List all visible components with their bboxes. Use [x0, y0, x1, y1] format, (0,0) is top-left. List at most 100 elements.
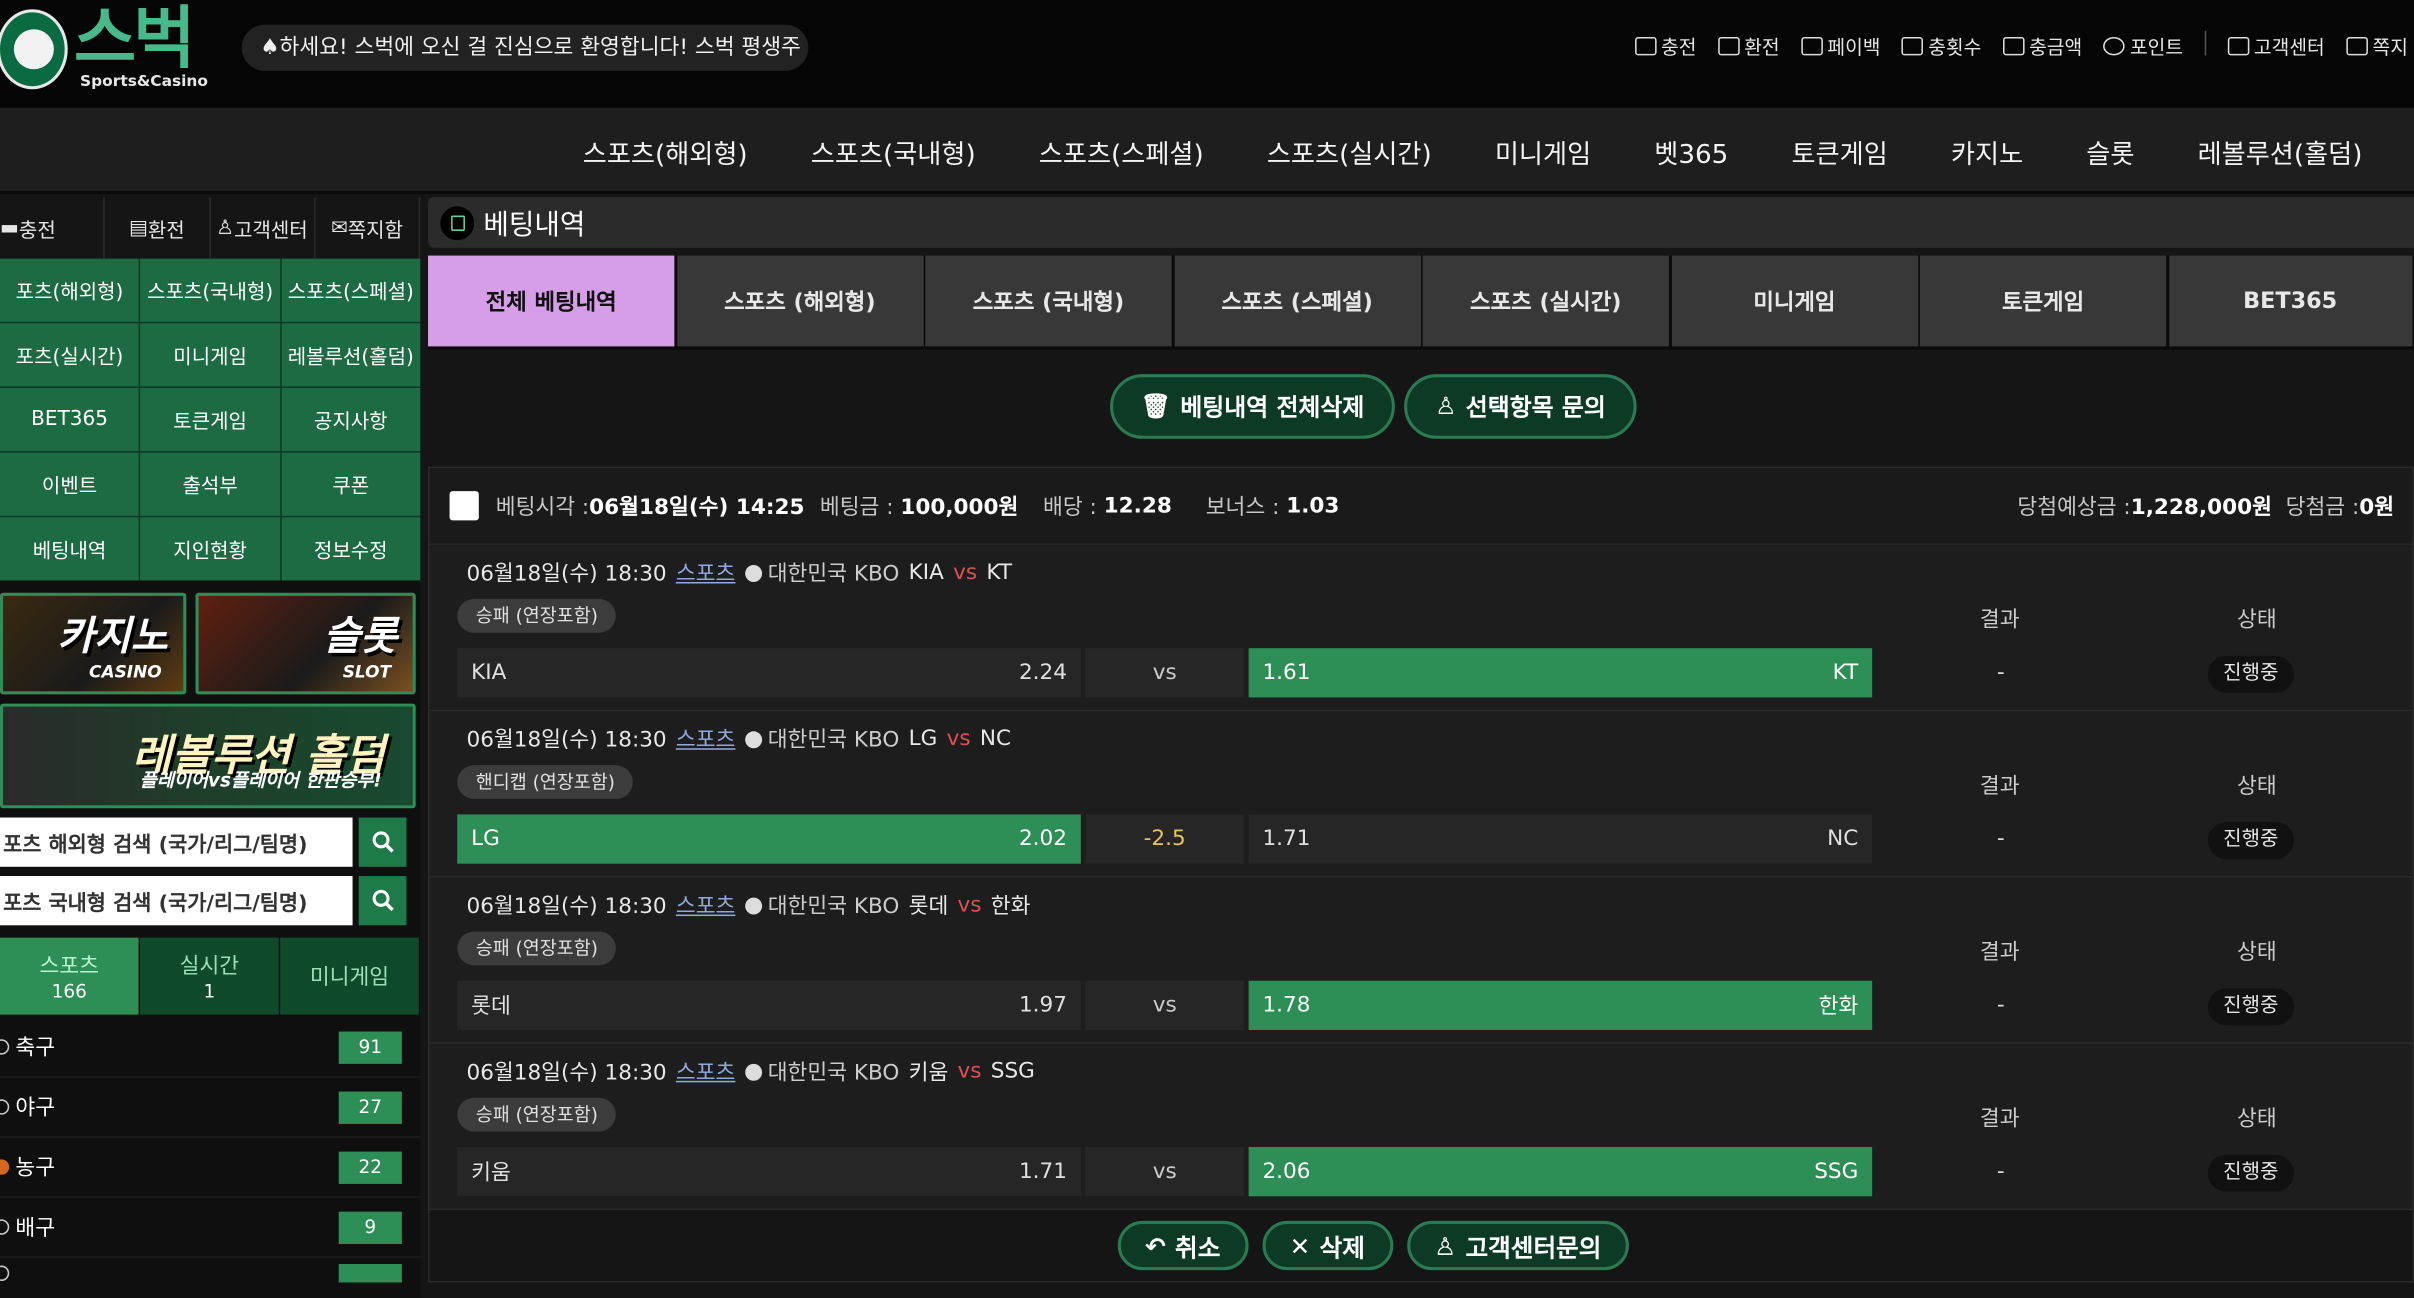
match-sport-link[interactable]: 스포츠 [676, 1056, 735, 1087]
nav-slot[interactable]: 슬롯 [2055, 132, 2166, 170]
bet-match-row: 06월18일(수) 18:30 스포츠 대한민국 KBO 키움 vs SSG 승패 (연장… [429, 1044, 2413, 1211]
sport-item[interactable]: 배구 9 [0, 1198, 421, 1258]
nav-revolution-holdem[interactable]: 레볼루션(홀덤) [2166, 132, 2394, 170]
banner-subtitle: 플레이어vs플레이어 한판승부! [139, 769, 382, 792]
nav-sports-live[interactable]: 스포츠(실시간) [1235, 132, 1463, 170]
tab-token-game[interactable]: 토큰게임 [1919, 255, 2167, 347]
inquiry-selected-button[interactable]: ♙ 선택항목 문의 [1404, 374, 1637, 439]
sidebar-item[interactable]: 출석부 [140, 452, 280, 516]
sidebar-item[interactable]: 포츠(해외형) [0, 258, 140, 322]
match-league: 대한민국 KBO [767, 561, 900, 587]
baseball-icon [744, 564, 762, 582]
search-domestic-input[interactable] [0, 876, 353, 926]
sport-item[interactable]: 야구 27 [0, 1078, 421, 1138]
delete-bet-button[interactable]: ✕ 삭제 [1261, 1220, 1393, 1271]
nav-token-game[interactable]: 토큰게임 [1760, 132, 1919, 170]
quick-messages[interactable]: ✉ 쪽지함 [315, 197, 421, 259]
top-link-charge-count[interactable]: 충횟수 [1902, 31, 1981, 60]
divider [2204, 30, 2207, 56]
nav-sports-domestic[interactable]: 스포츠(국내형) [779, 132, 1007, 170]
bet-odds: 12.28 [1103, 493, 1172, 519]
quick-exchange[interactable]: ▤ 환전 [105, 197, 211, 259]
match-time: 06월18일(수) 18:30 [466, 1060, 667, 1086]
baseball-icon [744, 730, 762, 748]
sport-item[interactable]: 농구 22 [0, 1138, 421, 1198]
sport-item-partial[interactable] [0, 1258, 420, 1289]
sidebar-item[interactable]: BET365 [0, 387, 140, 452]
bell-icon: ♠ [260, 35, 280, 61]
tab-minigame[interactable]: 미니게임 [1671, 255, 1918, 347]
sidebar-item[interactable]: 공지사항 [281, 387, 421, 452]
bet-time-label: 베팅시각 : [495, 494, 590, 520]
top-link-message[interactable]: 쪽지 [2346, 31, 2408, 60]
match-sport-link[interactable]: 스포츠 [676, 890, 735, 921]
sidebar-item[interactable]: 포츠(실시간) [0, 323, 140, 387]
bet-amount-label: 베팅금 : [819, 494, 894, 520]
tab-live[interactable]: 실시간 1 [140, 937, 281, 1015]
sidebar-item[interactable]: 베팅내역 [0, 517, 140, 581]
nav-minigame[interactable]: 미니게임 [1463, 132, 1622, 170]
delete-all-button[interactable]: 🗑 베팅내역 전체삭제 [1110, 374, 1396, 439]
baseball-icon [744, 1063, 762, 1081]
site-logo[interactable]: 스벅 Sports&Casino [0, 2, 212, 98]
customer-center-inquiry-button[interactable]: ♙ 고객센터문의 [1406, 1220, 1630, 1271]
sport-item[interactable]: 축구 91 [0, 1018, 421, 1078]
casino-banner[interactable]: 카지노 CASINO [0, 592, 187, 695]
cancel-bet-button[interactable]: ↶ 취소 [1117, 1220, 1249, 1271]
headset-icon [2227, 36, 2250, 55]
top-link-payback[interactable]: 페이백 [1801, 31, 1881, 60]
sidebar-item[interactable]: 지인현황 [140, 517, 280, 581]
nav-sports-overseas[interactable]: 스포츠(해외형) [551, 132, 779, 170]
tab-all-bets[interactable]: 전체 베팅내역 [428, 255, 675, 347]
top-link-charge[interactable]: 충전 [1634, 31, 1696, 60]
match-league: 대한민국 KBO [767, 894, 900, 920]
top-link-charge-amount[interactable]: 충금액 [2002, 31, 2082, 60]
sidebar-item[interactable]: 스포츠(국내형) [140, 258, 280, 322]
away-team: 한화 [1818, 994, 1859, 1020]
sidebar-item[interactable]: 토큰게임 [140, 387, 280, 452]
status-badge: 진행중 [2207, 822, 2294, 860]
bet-time: 06월18일(수) 14:25 [589, 494, 805, 520]
sport-count: 22 [338, 1150, 402, 1184]
top-link-exchange[interactable]: 환전 [1718, 31, 1780, 60]
tab-minigame[interactable]: 미니게임 [280, 937, 421, 1015]
sidebar-item[interactable]: 쿠폰 [281, 452, 421, 516]
tab-sports-overseas[interactable]: 스포츠 (해외형) [676, 255, 923, 347]
home-odds: 2.02 [1018, 826, 1067, 852]
slot-banner[interactable]: 슬롯 SLOT [195, 592, 416, 695]
search-button[interactable] [358, 817, 407, 867]
sidebar-menu-grid: 포츠(해외형) 스포츠(국내형) 스포츠(스페셜) 포츠(실시간) 미니게임 레… [0, 258, 421, 581]
payback-icon [1801, 36, 1823, 55]
top-link-point[interactable]: 포인트 [2103, 31, 2183, 60]
holdem-banner[interactable]: 레볼루션 홀덤 플레이어vs플레이어 한판승부! [0, 703, 416, 809]
match-sport-link[interactable]: 스포츠 [676, 724, 735, 755]
button-label: 삭제 [1319, 1233, 1365, 1263]
bet-select-checkbox[interactable] [449, 491, 479, 521]
match-sport-link[interactable]: 스포츠 [676, 557, 735, 588]
sidebar-item[interactable]: 스포츠(스페셜) [281, 258, 421, 322]
search-overseas-input[interactable] [0, 817, 353, 867]
top-link-customer-center[interactable]: 고객센터 [2227, 31, 2325, 60]
tab-sports-special[interactable]: 스포츠 (스페셜) [1173, 255, 1421, 347]
status-header: 상태 [2237, 774, 2277, 800]
nav-sports-special[interactable]: 스포츠(스페셜) [1007, 132, 1235, 170]
tab-sports[interactable]: 스포츠 166 [0, 937, 141, 1015]
nav-bet365[interactable]: 벳365 [1623, 132, 1760, 170]
coins-icon [2002, 36, 2025, 55]
home-odds: 2.24 [1018, 660, 1067, 686]
sidebar-item[interactable]: 이벤트 [0, 452, 140, 516]
match-away: KT [986, 560, 1012, 586]
match-home: 롯데 [908, 894, 949, 920]
sidebar-item[interactable]: 정보수정 [281, 517, 421, 581]
tab-bet365[interactable]: BET365 [2168, 255, 2412, 347]
quick-customer-center[interactable]: ♙ 고객센터 [210, 197, 316, 259]
sidebar-item[interactable]: 미니게임 [140, 323, 280, 387]
quick-charge[interactable]: ▬ 충전 [0, 197, 106, 259]
tab-sports-domestic[interactable]: 스포츠 (국내형) [925, 255, 1172, 347]
sidebar-item[interactable]: 레볼루션(홀덤) [281, 323, 421, 387]
status-header: 상태 [2237, 1106, 2277, 1132]
search-button[interactable] [358, 876, 407, 926]
nav-casino[interactable]: 카지노 [1919, 132, 2054, 170]
match-time: 06월18일(수) 18:30 [466, 894, 667, 920]
tab-sports-live[interactable]: 스포츠 (실시간) [1422, 255, 1669, 347]
